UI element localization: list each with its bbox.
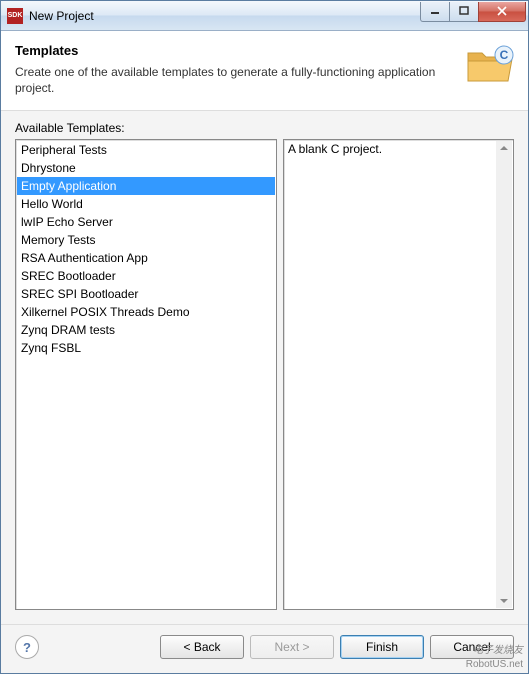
window-controls: [421, 2, 528, 22]
list-item[interactable]: Peripheral Tests: [17, 141, 275, 159]
available-templates-label: Available Templates:: [15, 121, 514, 135]
panes: Peripheral TestsDhrystoneEmpty Applicati…: [15, 139, 514, 610]
header-title: Templates: [15, 43, 458, 58]
help-button[interactable]: ?: [15, 635, 39, 659]
list-item[interactable]: Dhrystone: [17, 159, 275, 177]
list-item[interactable]: lwIP Echo Server: [17, 213, 275, 231]
list-item[interactable]: Hello World: [17, 195, 275, 213]
back-button[interactable]: < Back: [160, 635, 244, 659]
list-item[interactable]: SREC SPI Bootloader: [17, 285, 275, 303]
maximize-button[interactable]: [449, 2, 479, 22]
close-button[interactable]: [478, 2, 526, 22]
template-description-text: A blank C project.: [288, 142, 382, 156]
cancel-button[interactable]: Cancel: [430, 635, 514, 659]
svg-text:C: C: [500, 48, 509, 62]
help-icon: ?: [23, 640, 31, 655]
wizard-header: Templates Create one of the available te…: [1, 31, 528, 111]
finish-button[interactable]: Finish: [340, 635, 424, 659]
next-button: Next >: [250, 635, 334, 659]
folder-c-icon: C: [466, 45, 514, 85]
minimize-icon: [430, 6, 440, 16]
new-project-dialog: SDK New Project Templates Create one of …: [0, 0, 529, 674]
list-item[interactable]: Zynq DRAM tests: [17, 321, 275, 339]
maximize-icon: [459, 6, 469, 16]
scrollbar[interactable]: [496, 141, 512, 608]
minimize-button[interactable]: [420, 2, 450, 22]
titlebar: SDK New Project: [1, 1, 528, 31]
template-listbox[interactable]: Peripheral TestsDhrystoneEmpty Applicati…: [15, 139, 277, 610]
list-item[interactable]: SREC Bootloader: [17, 267, 275, 285]
window-title: New Project: [29, 9, 421, 23]
template-description-box: A blank C project.: [283, 139, 514, 610]
close-icon: [497, 6, 507, 16]
content-area: Available Templates: Peripheral TestsDhr…: [1, 111, 528, 624]
list-item[interactable]: Xilkernel POSIX Threads Demo: [17, 303, 275, 321]
wizard-footer: ? < Back Next > Finish Cancel: [1, 624, 528, 673]
header-description: Create one of the available templates to…: [15, 64, 458, 96]
list-item[interactable]: RSA Authentication App: [17, 249, 275, 267]
sdk-app-icon: SDK: [7, 8, 23, 24]
list-item[interactable]: Zynq FSBL: [17, 339, 275, 357]
list-item[interactable]: Empty Application: [17, 177, 275, 195]
list-item[interactable]: Memory Tests: [17, 231, 275, 249]
